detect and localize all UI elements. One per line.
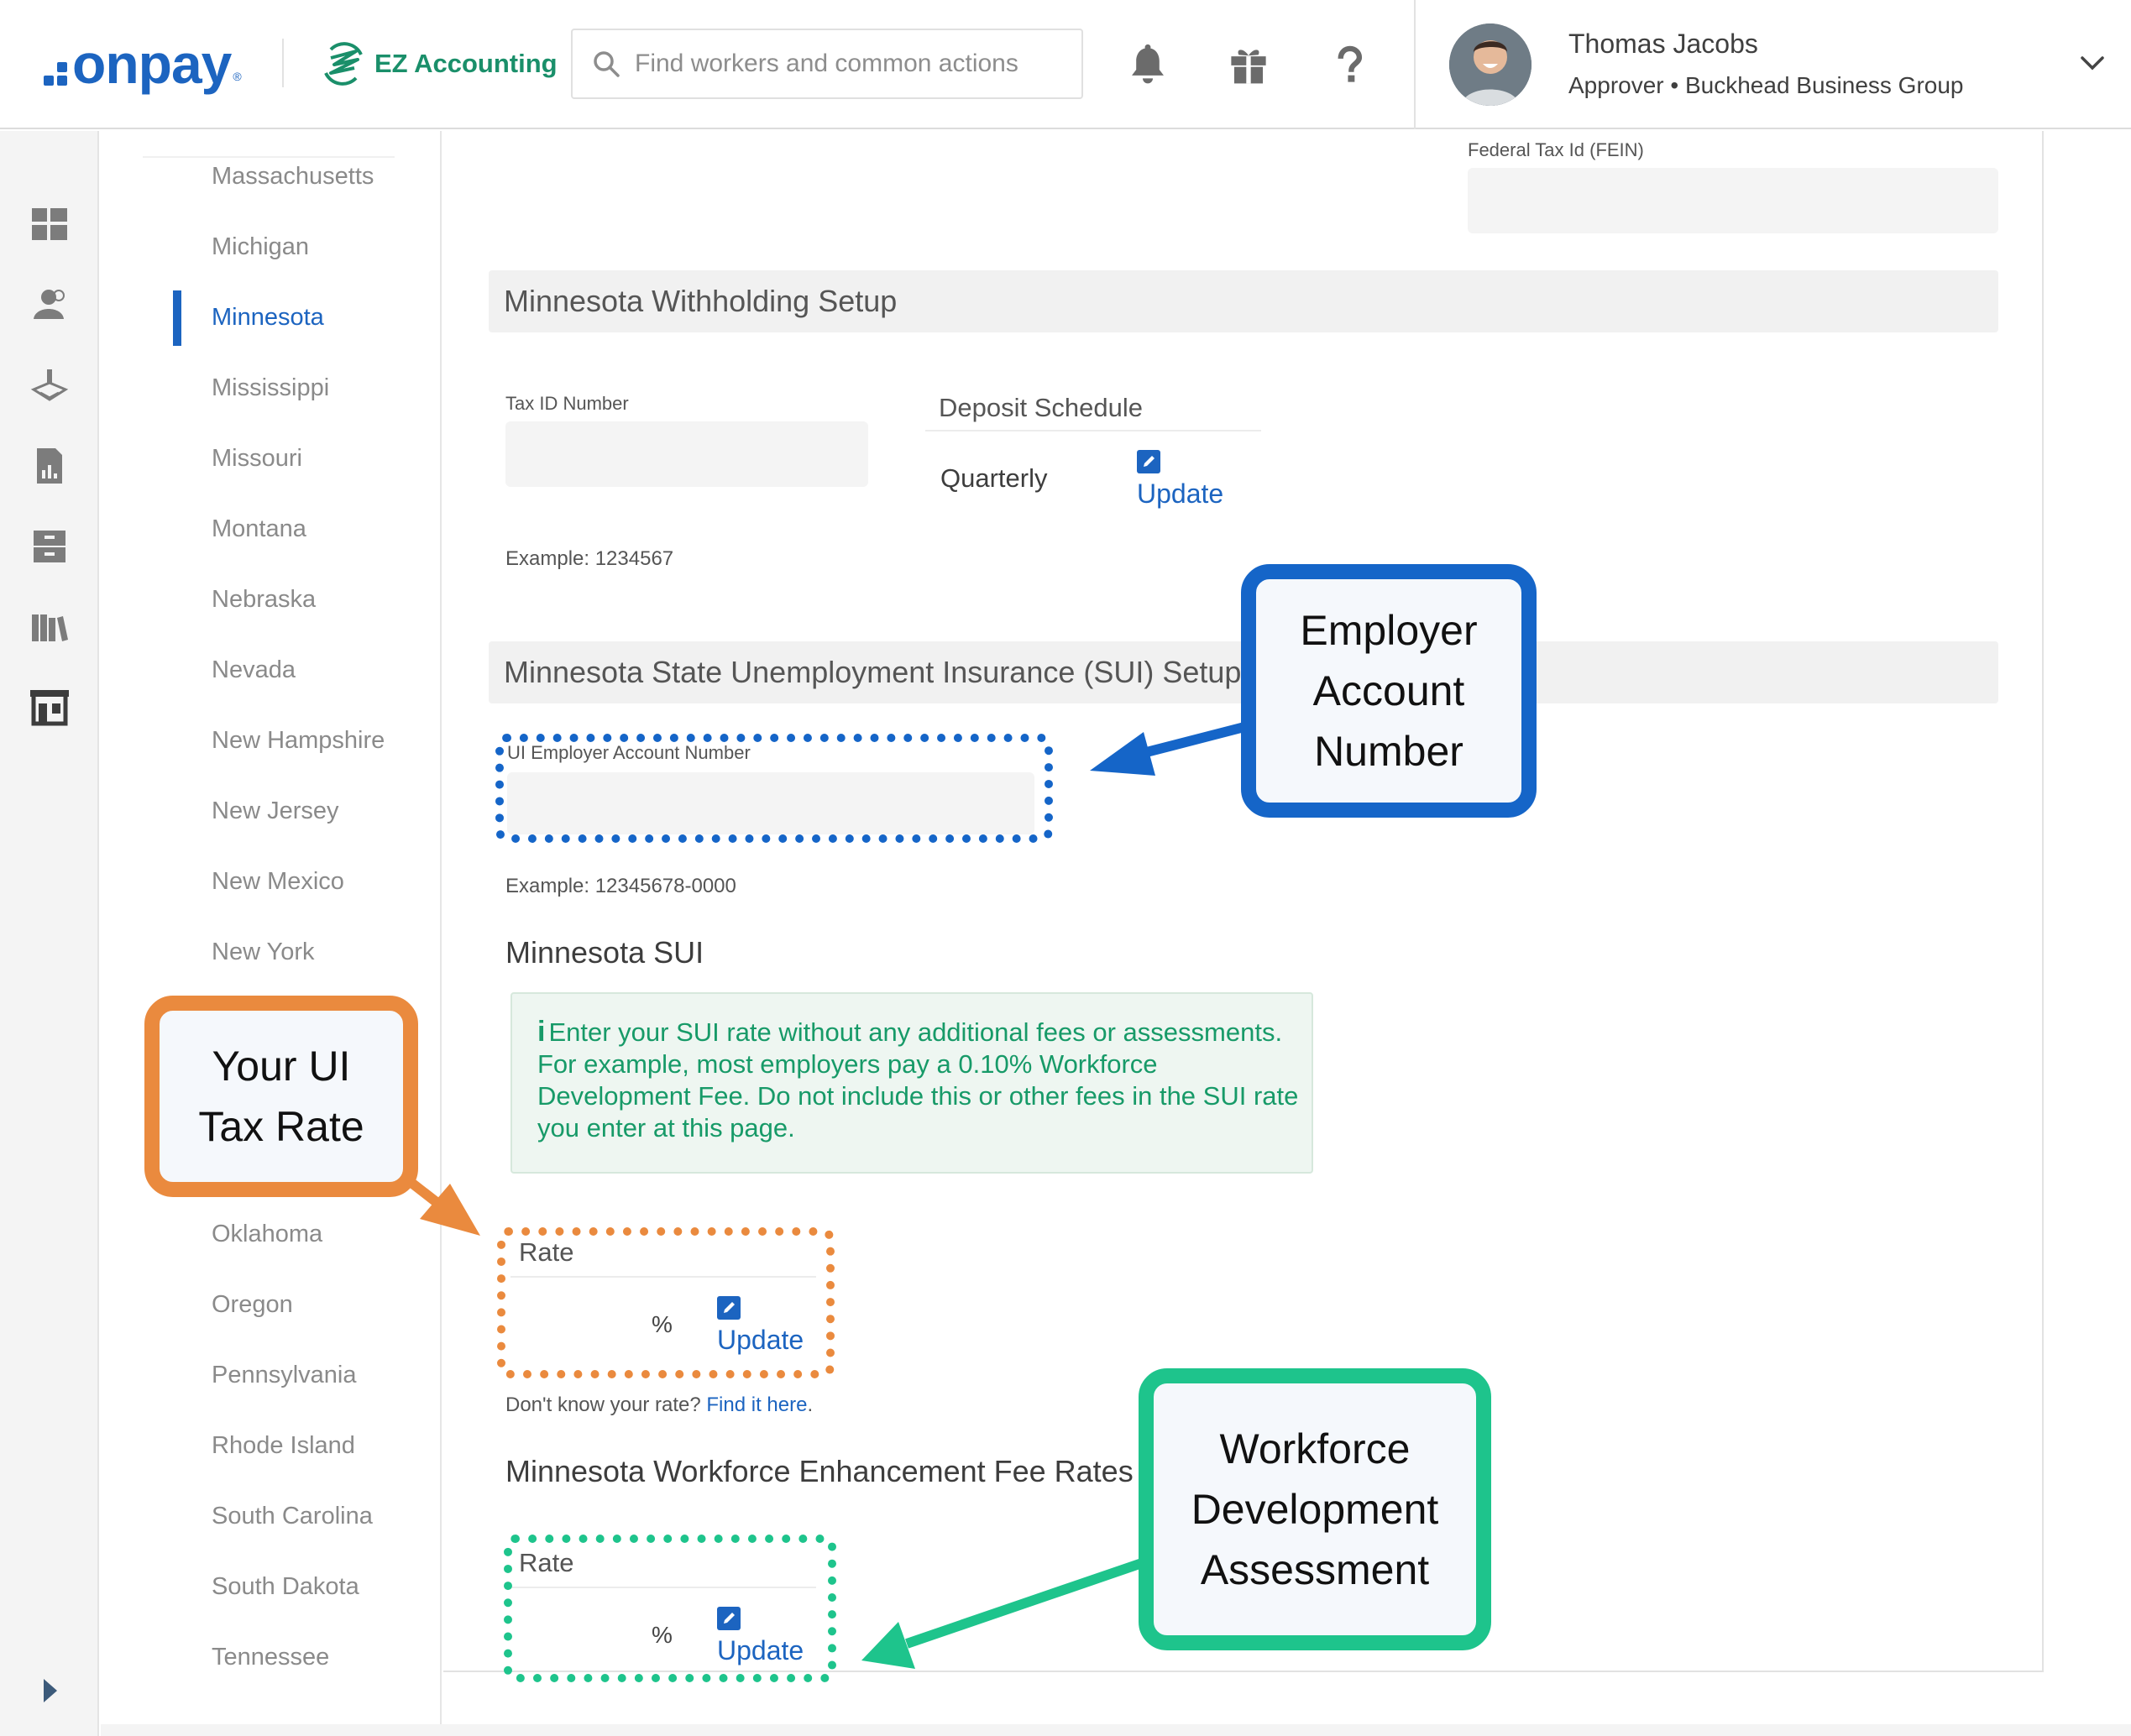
state-item-rhode-island[interactable]: Rhode Island — [212, 1432, 355, 1460]
logo-dots-icon — [44, 62, 67, 86]
ui-account-example: Example: 12345678-0000 — [505, 875, 736, 897]
state-item-new-jersey[interactable]: New Jersey — [212, 797, 339, 825]
state-item-michigan[interactable]: Michigan — [212, 233, 309, 261]
state-list: Massachusetts Michigan Minnesota Mississ… — [101, 131, 442, 1736]
deposit-schedule-label: Deposit Schedule — [939, 393, 1143, 422]
state-item-nebraska[interactable]: Nebraska — [212, 586, 316, 614]
workforce-subheading: Minnesota Workforce Enhancement Fee Rate… — [505, 1454, 1134, 1488]
sui-section-title: Minnesota State Unemployment Insurance (… — [504, 655, 1242, 689]
edit-icon[interactable] — [1137, 450, 1160, 473]
header-divider — [282, 39, 284, 87]
highlight-sui-rate — [497, 1227, 835, 1378]
user-divider — [1414, 0, 1416, 129]
logo-registered-mark: ® — [233, 70, 242, 83]
callout-ui-tax-rate: Your UI Tax Rate — [144, 996, 418, 1197]
deposit-schedule-update-link[interactable]: Update — [1137, 478, 1223, 510]
reports-icon[interactable] — [29, 445, 71, 487]
logo-text: onpay — [72, 33, 232, 95]
state-item-mississippi[interactable]: Mississippi — [212, 374, 329, 402]
expand-icon[interactable] — [37, 1674, 62, 1707]
ez-accounting-link[interactable]: EZ Accounting — [319, 39, 558, 89]
state-item-new-hampshire[interactable]: New Hampshire — [212, 727, 385, 755]
highlight-workforce-rate — [504, 1535, 836, 1682]
sui-info-box: i Enter your SUI rate without any additio… — [510, 992, 1313, 1174]
state-item-oklahoma[interactable]: Oklahoma — [212, 1221, 322, 1248]
top-header: onpay ® EZ Accounting Find workers and c… — [0, 0, 2131, 129]
state-list-divider — [143, 156, 395, 158]
state-item-pennsylvania[interactable]: Pennsylvania — [212, 1362, 357, 1389]
search-box[interactable] — [571, 29, 1083, 99]
user-name[interactable]: Thomas Jacobs — [1568, 29, 1758, 60]
search-input[interactable] — [635, 50, 1071, 78]
state-item-montana[interactable]: Montana — [212, 515, 306, 543]
info-icon: i — [537, 1016, 546, 1048]
callout-employer-account-number: Employer Account Number — [1241, 564, 1537, 818]
active-state-indicator — [173, 290, 181, 346]
state-item-tennessee[interactable]: Tennessee — [212, 1644, 329, 1671]
avatar[interactable] — [1449, 24, 1531, 106]
highlight-account-number — [495, 734, 1053, 843]
state-item-new-mexico[interactable]: New Mexico — [212, 868, 344, 896]
state-item-south-dakota[interactable]: South Dakota — [212, 1573, 359, 1601]
state-item-new-york[interactable]: New York — [212, 939, 315, 966]
state-item-nevada[interactable]: Nevada — [212, 656, 296, 684]
tax-id-field[interactable] — [505, 421, 868, 487]
onpay-logo[interactable]: onpay ® — [44, 30, 242, 97]
people-icon[interactable] — [29, 284, 71, 326]
tax-id-label: Tax ID Number — [505, 393, 629, 414]
chevron-down-icon[interactable] — [2077, 50, 2107, 76]
fein-label: Federal Tax Id (FEIN) — [1468, 139, 1644, 160]
user-role: Approver • Buckhead Business Group — [1568, 72, 1964, 98]
state-item-oregon[interactable]: Oregon — [212, 1291, 293, 1319]
archive-icon[interactable] — [29, 526, 71, 567]
search-icon — [594, 51, 620, 77]
deposit-schedule-value: Quarterly — [940, 463, 1048, 493]
sui-info-text: Enter your SUI rate without any addition… — [537, 1017, 1299, 1143]
ez-accounting-icon — [324, 42, 363, 86]
store-icon[interactable] — [29, 685, 71, 727]
tax-id-example: Example: 1234567 — [505, 547, 674, 570]
find-rate-link[interactable]: Find it here — [706, 1394, 807, 1416]
dont-know-rate-text: Don't know your rate? Find it here. — [505, 1394, 814, 1416]
callout-workforce-development-assessment: Workforce Development Assessment — [1139, 1368, 1491, 1650]
state-item-missouri[interactable]: Missouri — [212, 445, 302, 473]
deposit-schedule-divider — [925, 430, 1261, 431]
withholding-section-title: Minnesota Withholding Setup — [504, 284, 898, 318]
payroll-icon[interactable] — [29, 364, 71, 406]
state-item-south-carolina[interactable]: South Carolina — [212, 1503, 373, 1530]
bell-icon[interactable] — [1123, 40, 1172, 89]
dashboard-icon[interactable] — [29, 203, 71, 245]
library-icon[interactable] — [29, 606, 71, 648]
state-item-massachusetts[interactable]: Massachusetts — [212, 163, 374, 191]
bottom-strip — [101, 1724, 2131, 1736]
ez-accounting-label: EZ Accounting — [374, 49, 558, 78]
sui-subheading: Minnesota SUI — [505, 935, 704, 970]
fein-field[interactable] — [1468, 168, 1998, 233]
left-rail — [0, 131, 99, 1736]
gift-icon[interactable] — [1224, 40, 1273, 89]
state-item-minnesota[interactable]: Minnesota — [212, 304, 324, 332]
help-icon[interactable] — [1325, 40, 1374, 89]
